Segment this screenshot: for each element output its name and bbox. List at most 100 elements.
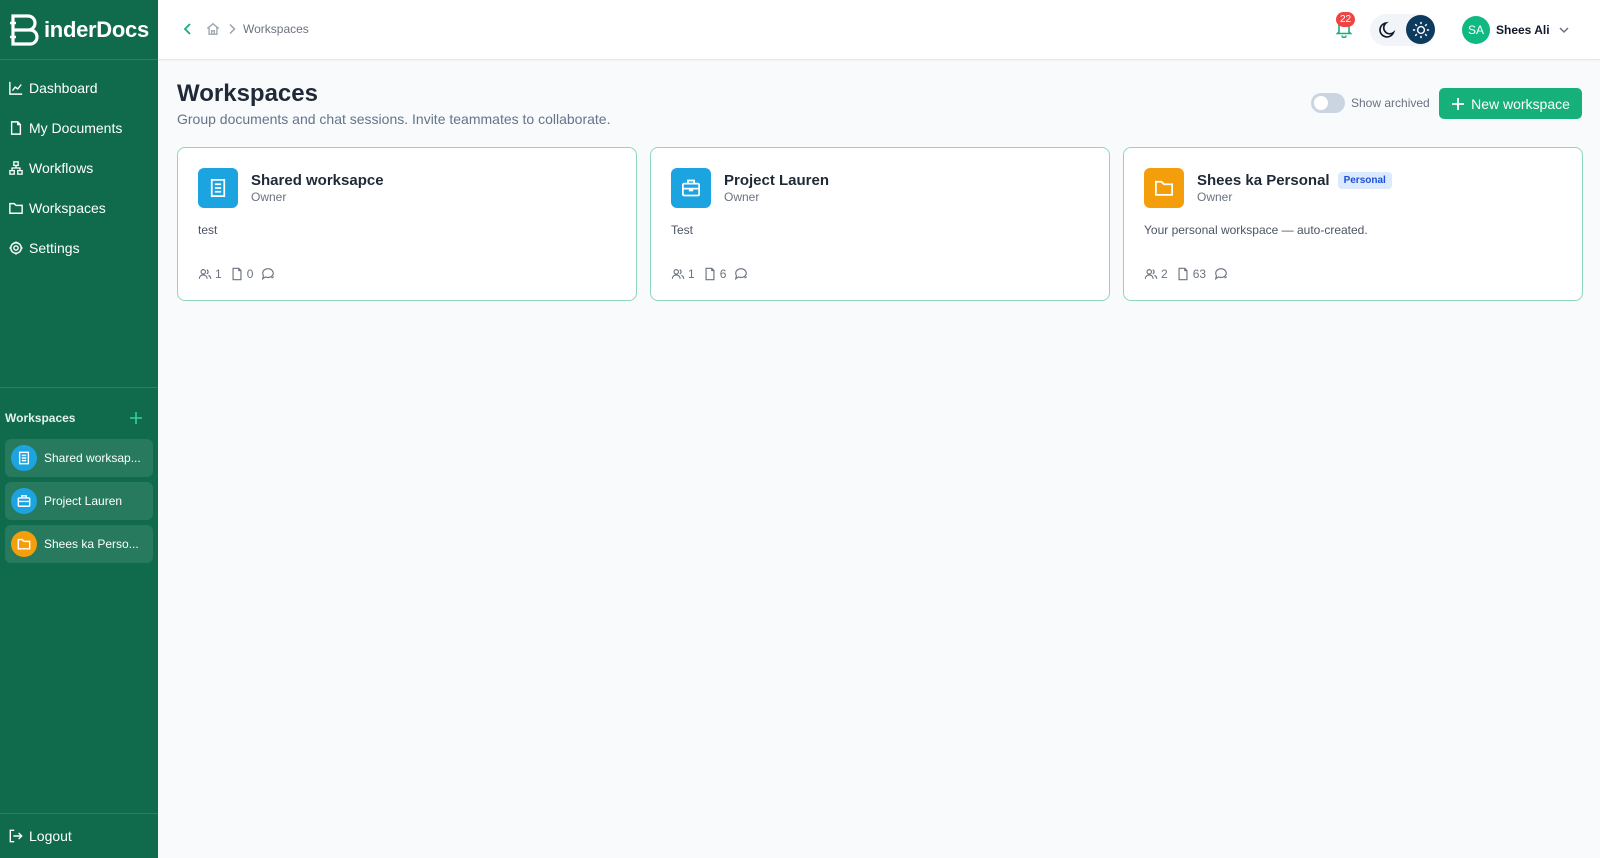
new-workspace-label: New workspace: [1471, 95, 1570, 112]
members-count: 1: [688, 267, 695, 281]
sidebar-item-workflows[interactable]: Workflows: [0, 148, 158, 188]
back-chevron-icon[interactable]: [182, 22, 194, 36]
sidebar-workspace-item[interactable]: Shared worksap...: [5, 439, 153, 477]
brand-name: inderDocs: [44, 16, 149, 42]
folder-icon: [9, 202, 23, 214]
documents-count: 63: [1192, 267, 1207, 281]
documents-stat: 63: [1176, 267, 1206, 281]
chats-stat: [1214, 267, 1231, 281]
users-icon: [1144, 269, 1158, 279]
workspace-card-description: Test: [671, 223, 694, 237]
logout-label: Logout: [29, 828, 72, 844]
briefcase-icon: [682, 179, 700, 197]
sidebar-workspace-label: Shared worksap...: [44, 451, 141, 465]
folder-icon: [17, 538, 31, 550]
sidebar: inderDocs Dashboard My Documents Workflo…: [0, 0, 158, 858]
sidebar-workspace-label: Shees ka Perso...: [44, 537, 139, 551]
breadcrumb: Workspaces: [182, 22, 309, 36]
new-workspace-button[interactable]: New workspace: [1439, 88, 1582, 119]
page-title: Workspaces: [177, 80, 318, 107]
home-icon[interactable]: [206, 22, 220, 36]
workspace-card[interactable]: Shees ka Personal Personal Owner Your pe…: [1123, 147, 1583, 301]
document-icon: [1178, 267, 1188, 281]
document-icon: [10, 121, 22, 135]
workspace-card[interactable]: Project Lauren Owner Test 1 6: [650, 147, 1110, 301]
show-archived-toggle[interactable]: Show archived: [1311, 93, 1430, 113]
document-icon: [705, 267, 715, 281]
user-menu[interactable]: SA Shees Ali: [1462, 16, 1570, 44]
chats-stat: [261, 267, 278, 281]
light-mode-button[interactable]: [1406, 15, 1435, 44]
plus-icon: [1452, 97, 1465, 110]
workspace-card-stats: 1 6: [671, 267, 759, 281]
sun-icon: [1412, 21, 1429, 38]
chat-icon: [735, 268, 748, 281]
members-stat: 1: [671, 267, 695, 281]
members-stat: 2: [1144, 267, 1168, 281]
sidebar-item-workspaces[interactable]: Workspaces: [0, 188, 158, 228]
briefcase-icon: [17, 495, 31, 507]
chevron-down-icon: [1559, 27, 1569, 34]
users-icon: [198, 269, 212, 279]
documents-stat: 6: [703, 267, 727, 281]
workspace-card-role: Owner: [724, 190, 760, 204]
users-icon: [671, 269, 685, 279]
members-stat: 1: [198, 267, 222, 281]
workspace-avatar: [11, 531, 37, 557]
logout-button[interactable]: Logout: [0, 813, 158, 858]
sidebar-item-my-documents[interactable]: My Documents: [0, 108, 158, 148]
workspace-avatar: [11, 488, 37, 514]
gear-icon: [9, 241, 23, 255]
workspace-card-title-row: Shared worksapce: [251, 172, 384, 189]
chart-icon: [9, 81, 23, 95]
sidebar-item-label: Settings: [29, 240, 80, 256]
chats-stat: [734, 267, 751, 281]
workspace-card-description: Your personal workspace — auto-created.: [1144, 223, 1368, 237]
workspace-card-title: Project Lauren: [724, 172, 830, 189]
sidebar-item-settings[interactable]: Settings: [0, 228, 158, 268]
breadcrumb-separator-icon: [229, 23, 236, 35]
notification-count-badge[interactable]: 22: [1336, 12, 1356, 27]
document-icon: [210, 179, 226, 197]
workspace-card-stats: 1 0: [198, 267, 286, 281]
workspace-card-description: test: [198, 223, 218, 237]
add-workspace-icon[interactable]: [128, 410, 144, 426]
toggle-switch[interactable]: [1311, 93, 1345, 113]
document-icon: [18, 451, 30, 465]
members-count: 2: [1161, 267, 1168, 281]
sidebar-item-label: Workflows: [29, 160, 94, 176]
workspace-card-icon: [198, 168, 238, 208]
top-header: Workspaces 22 SA Shees Ali: [158, 0, 1600, 60]
page-subtitle: Group documents and chat sessions. Invit…: [177, 111, 611, 127]
sidebar-workspace-label: Project Lauren: [44, 494, 123, 508]
workspace-card[interactable]: Shared worksapce Owner test 1 0: [177, 147, 637, 301]
sidebar-item-label: Dashboard: [29, 80, 98, 96]
breadcrumb-current[interactable]: Workspaces: [243, 22, 309, 36]
workspace-card-stats: 2 63: [1144, 267, 1239, 281]
workspace-card-title-row: Shees ka Personal Personal: [1197, 172, 1392, 189]
sidebar-workspace-item[interactable]: Project Lauren: [5, 482, 153, 520]
brand-logo[interactable]: inderDocs: [0, 0, 158, 60]
workspace-card-title: Shees ka Personal: [1197, 172, 1330, 189]
workspace-card-list: Shared worksapce Owner test 1 0 Project …: [177, 147, 1583, 301]
sidebar-item-dashboard[interactable]: Dashboard: [0, 68, 158, 108]
folder-icon: [1155, 180, 1173, 196]
sidebar-item-label: Workspaces: [29, 200, 106, 216]
workspace-card-role: Owner: [1197, 190, 1233, 204]
workspace-card-role: Owner: [251, 190, 287, 204]
moon-icon[interactable]: [1378, 20, 1398, 40]
chat-icon: [1214, 268, 1228, 281]
documents-stat: 0: [230, 267, 253, 281]
sidebar-nav: Dashboard My Documents Workflows Workspa…: [0, 60, 158, 268]
personal-badge: Personal: [1337, 172, 1392, 189]
sidebar-workspace-list: Shared worksap... Project Lauren Shees k…: [0, 439, 158, 563]
documents-count: 6: [719, 267, 727, 281]
avatar: SA: [1462, 16, 1490, 44]
sidebar-workspaces-section: Workspaces Shared worksap... Project Lau…: [0, 387, 158, 568]
theme-switcher: [1370, 14, 1435, 46]
sidebar-workspaces-header: Workspaces: [0, 410, 158, 426]
sidebar-workspace-item[interactable]: Shees ka Perso...: [5, 525, 153, 563]
chat-icon: [262, 268, 275, 281]
members-count: 1: [215, 267, 222, 281]
show-archived-label: Show archived: [1351, 96, 1430, 110]
